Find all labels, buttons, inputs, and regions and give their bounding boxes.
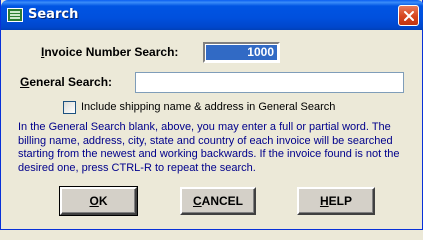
invoice-number-label: Invoice Number Search: — [41, 45, 179, 59]
invoice-number-value: 1000 — [206, 45, 277, 60]
window-title: Search — [28, 7, 79, 22]
ok-button[interactable]: OK — [59, 186, 138, 216]
cancel-button[interactable]: CANCEL — [180, 187, 256, 215]
search-help-text: In the General Search blank, above, you … — [18, 121, 400, 174]
invoice-number-input[interactable]: 1000 — [203, 42, 280, 63]
help-button[interactable]: HELP — [297, 187, 375, 215]
close-icon — [404, 11, 414, 21]
general-search-label: General Search: — [20, 75, 113, 89]
include-shipping-checkbox[interactable] — [63, 101, 76, 114]
title-bar[interactable]: Search — [1, 0, 423, 30]
search-dialog-icon — [7, 8, 23, 22]
general-search-input[interactable] — [135, 72, 404, 93]
search-dialog: Search Invoice Number Search: 1000 Gener… — [0, 0, 423, 230]
close-button[interactable] — [398, 5, 419, 26]
include-shipping-label: Include shipping name & address in Gener… — [81, 101, 336, 113]
